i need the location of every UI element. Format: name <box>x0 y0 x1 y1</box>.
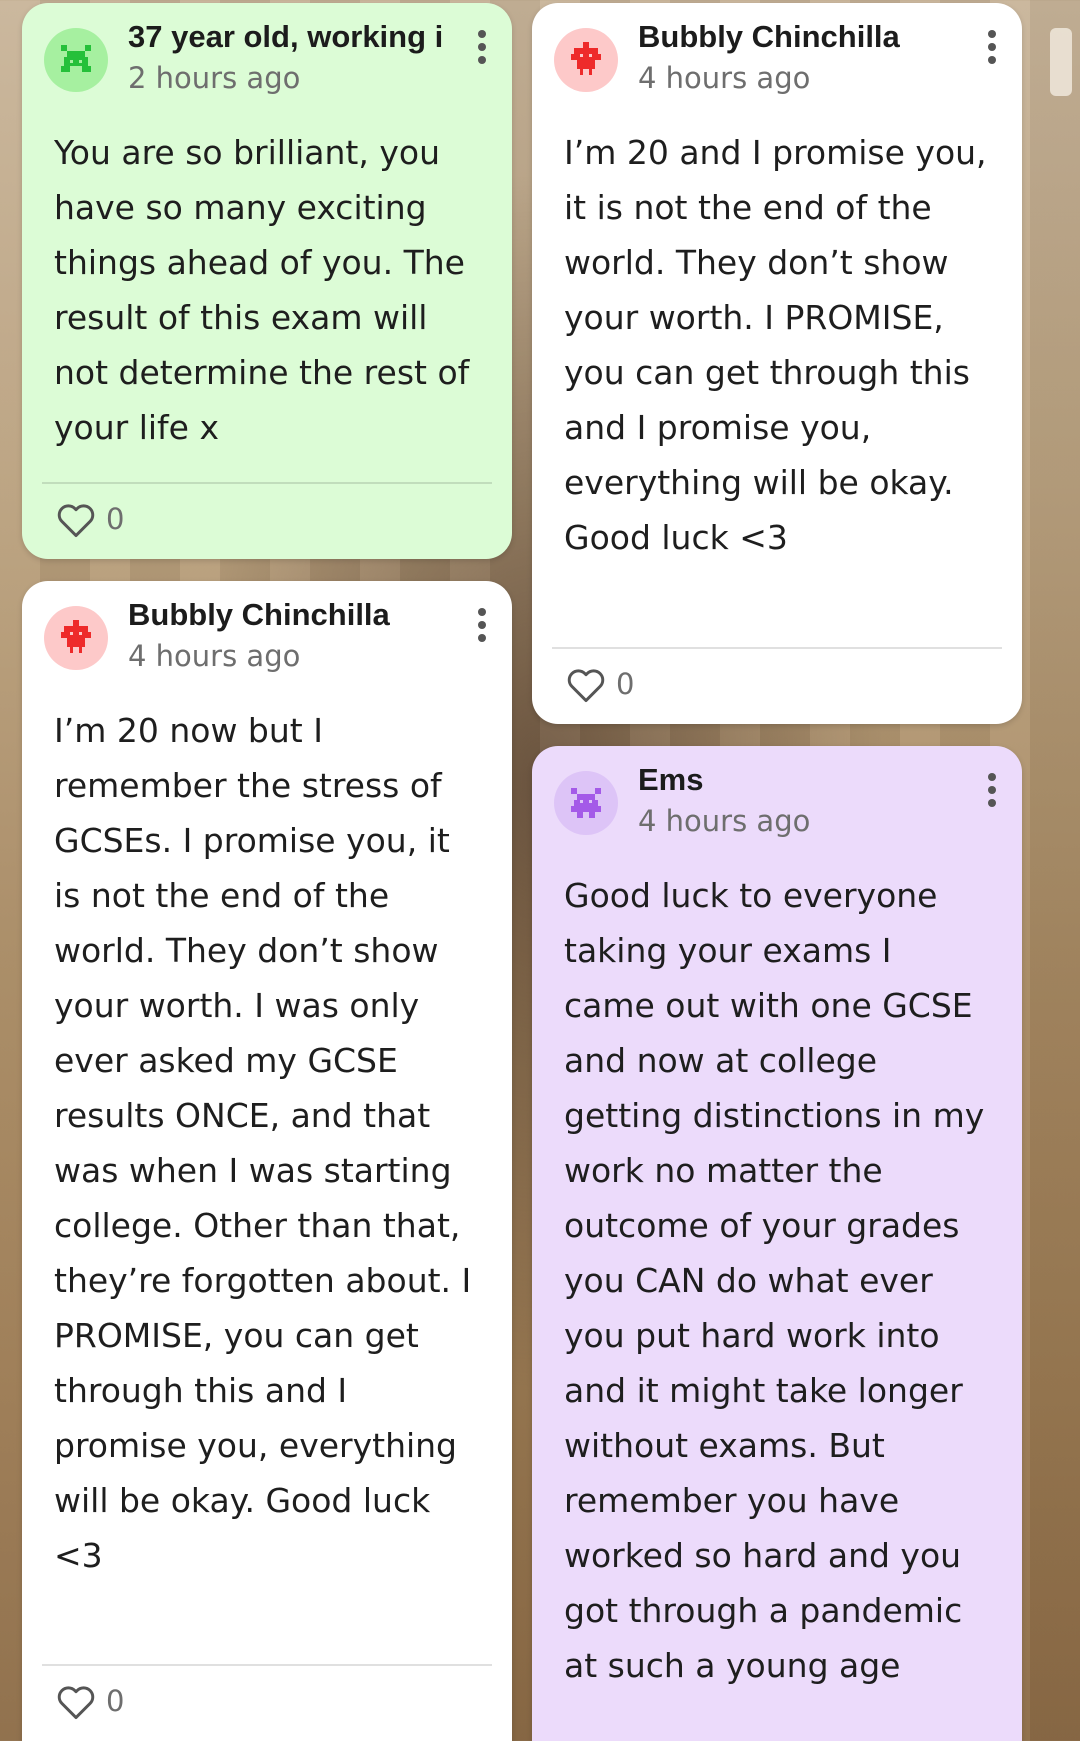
post-body: Good luck to everyone taking your exams … <box>564 876 985 1685</box>
more-options-icon[interactable] <box>470 27 494 67</box>
post-footer: 0 <box>532 649 1022 723</box>
author-name: Bubbly Chinchilla <box>638 19 900 54</box>
more-options-icon[interactable] <box>980 27 1004 67</box>
post-timestamp: 2 hours ago <box>128 61 301 95</box>
pixel-creature-icon <box>571 788 601 818</box>
post-header: Bubbly Chinchilla 4 hours ago <box>532 3 1022 111</box>
avatar <box>554 771 618 835</box>
post-footer: 0 <box>22 1666 512 1740</box>
post-card[interactable]: Ems 4 hours ago Good luck to everyone ta… <box>532 746 1022 1741</box>
post-card[interactable]: Bubbly Chinchilla 4 hours ago I’m 20 now… <box>22 581 512 1741</box>
post-header: Ems 4 hours ago <box>532 746 1022 854</box>
more-options-icon[interactable] <box>980 770 1004 810</box>
scrollbar-thumb[interactable] <box>1050 28 1072 96</box>
heart-icon[interactable] <box>56 1684 96 1720</box>
post-header: 37 year old, working i 2 hours ago <box>22 3 512 111</box>
more-options-icon[interactable] <box>470 605 494 645</box>
post-timestamp: 4 hours ago <box>638 61 811 95</box>
heart-icon[interactable] <box>56 502 96 538</box>
author-name: Bubbly Chinchilla <box>128 597 390 632</box>
post-body: I’m 20 now but I remember the stress of … <box>54 711 472 1575</box>
author-name: 37 year old, working i <box>128 19 444 54</box>
like-count: 0 <box>106 502 125 536</box>
pixel-creature-icon <box>571 42 601 75</box>
post-timestamp: 4 hours ago <box>638 804 811 838</box>
like-count: 0 <box>616 667 635 701</box>
post-body: I’m 20 and I promise you, it is not the … <box>564 133 987 557</box>
avatar <box>44 28 108 92</box>
post-body: You are so brilliant, you have so many e… <box>54 133 470 447</box>
post-card[interactable]: Bubbly Chinchilla 4 hours ago I’m 20 and… <box>532 3 1022 724</box>
pixel-creature-icon <box>61 45 91 72</box>
post-header: Bubbly Chinchilla 4 hours ago <box>22 581 512 689</box>
heart-icon[interactable] <box>566 667 606 703</box>
avatar <box>44 606 108 670</box>
post-card[interactable]: 37 year old, working i 2 hours ago You a… <box>22 3 512 559</box>
avatar <box>554 28 618 92</box>
like-count: 0 <box>106 1684 125 1718</box>
post-footer: 0 <box>22 484 512 558</box>
pixel-creature-icon <box>61 620 91 653</box>
post-timestamp: 4 hours ago <box>128 639 301 673</box>
author-name: Ems <box>638 762 704 797</box>
